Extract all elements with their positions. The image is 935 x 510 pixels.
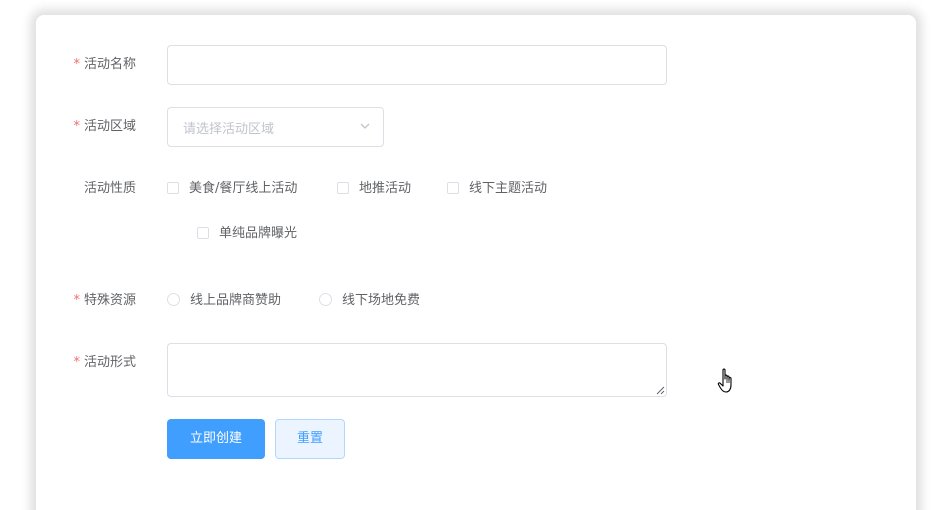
required-mark: *	[73, 57, 80, 72]
type-label: 活动性质	[84, 181, 136, 197]
checkbox-label: 地推活动	[359, 181, 412, 196]
radio-label: 线下场地免费	[342, 293, 421, 308]
form-card: * 活动名称 * 活动区域 请选择活动区域 活动性质 美食/餐厅线上活动 地推活动 …	[36, 15, 916, 510]
desc-label: * 活动形式	[73, 355, 136, 371]
name-label: * 活动名称	[73, 57, 136, 73]
radio[interactable]	[319, 293, 332, 306]
hand-pointer-icon	[717, 368, 732, 393]
type-label-text: 活动性质	[83, 181, 136, 196]
checkbox[interactable]	[447, 182, 459, 194]
radio-option[interactable]: 线下场地免费	[319, 293, 420, 309]
checkbox[interactable]	[337, 182, 349, 194]
name-label-text: 活动名称	[83, 57, 136, 72]
checkbox-label: 美食/餐厅线上活动	[189, 181, 298, 196]
checkbox-option[interactable]: 单纯品牌曝光	[197, 226, 297, 242]
required-mark: *	[73, 355, 80, 370]
page: * 活动名称 * 活动区域 请选择活动区域 活动性质 美食/餐厅线上活动 地推活动 …	[0, 0, 935, 510]
region-select[interactable]: 请选择活动区域	[167, 107, 384, 147]
checkbox-label: 单纯品牌曝光	[219, 226, 298, 241]
region-label-text: 活动区域	[83, 119, 136, 134]
activity-name-input[interactable]	[167, 45, 667, 85]
required-mark: *	[73, 293, 80, 308]
radio-label: 线上品牌商赞助	[190, 293, 282, 308]
chevron-down-icon	[360, 123, 370, 129]
resource-label-text: 特殊资源	[83, 293, 136, 308]
resource-label: * 特殊资源	[73, 293, 136, 309]
reset-button[interactable]: 重置	[275, 419, 345, 459]
checkbox-option[interactable]: 地推活动	[337, 181, 411, 197]
radio[interactable]	[167, 293, 180, 306]
checkbox[interactable]	[197, 227, 209, 239]
resize-handle-icon[interactable]	[656, 386, 665, 395]
region-label: * 活动区域	[73, 119, 136, 135]
checkbox[interactable]	[167, 182, 179, 194]
create-button[interactable]: 立即创建	[167, 419, 265, 459]
checkbox-option[interactable]: 线下主题活动	[447, 181, 547, 197]
desc-label-text: 活动形式	[83, 355, 136, 370]
checkbox-label: 线下主题活动	[469, 181, 548, 196]
checkbox-option[interactable]: 美食/餐厅线上活动	[167, 181, 297, 197]
radio-option[interactable]: 线上品牌商赞助	[167, 293, 281, 309]
region-select-placeholder: 请选择活动区域	[183, 122, 275, 137]
activity-form-textarea[interactable]	[167, 343, 667, 397]
required-mark: *	[73, 119, 80, 134]
